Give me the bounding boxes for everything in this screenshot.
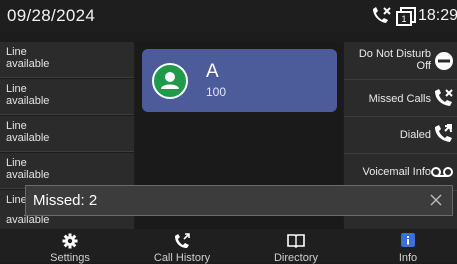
info-icon	[401, 233, 415, 247]
dialed-key[interactable]: Dialed	[344, 117, 457, 154]
line-key-3[interactable]: Line available	[0, 116, 134, 152]
line-key-status: available	[6, 95, 50, 107]
nav-settings[interactable]: Settings	[14, 229, 126, 264]
nav-call-history[interactable]: Call History	[126, 229, 238, 264]
line-card[interactable]: A 100	[142, 49, 337, 112]
nav-settings-label: Settings	[50, 252, 90, 264]
nav-info-label: Info	[398, 252, 418, 264]
dialed-label: Dialed	[399, 129, 431, 141]
dnd-state: Off	[416, 60, 431, 72]
call-history-icon	[175, 233, 190, 248]
missed-calls-label: Missed Calls	[368, 93, 431, 105]
nav-info[interactable]: Info	[352, 229, 457, 264]
svg-text:1: 1	[401, 14, 406, 24]
line-key-status: available	[6, 132, 50, 144]
notification-text: Missed: 2	[33, 192, 98, 209]
line-card-name: A	[206, 61, 219, 82]
voicemail-icon	[431, 167, 453, 177]
missed-call-notification[interactable]: Missed: 2	[25, 185, 453, 216]
line-card-extension: 100	[206, 85, 227, 99]
status-time: 18:29	[418, 7, 457, 24]
phone-screen: 09/28/2024 1 18:29 Line available Line a…	[0, 0, 457, 264]
nav-directory-label: Directory	[273, 252, 318, 264]
line-key-label: Line	[6, 46, 27, 58]
bottom-nav: Settings Call History Directory Info	[0, 229, 457, 264]
line-key-1[interactable]: Line available	[0, 42, 134, 78]
line-key-status: available	[6, 169, 50, 181]
close-icon[interactable]	[430, 194, 442, 206]
dialed-call-icon	[435, 124, 452, 142]
line-key-label: Line	[6, 120, 27, 132]
voicemail-label: Voicemail Info	[362, 166, 431, 178]
missed-call-icon	[373, 7, 391, 23]
line-key-label: Line	[6, 83, 27, 95]
dnd-key[interactable]: Do Not Disturb Off	[344, 42, 457, 80]
missed-calls-key[interactable]: Missed Calls	[344, 80, 457, 117]
line-key-2[interactable]: Line available	[0, 79, 134, 115]
line-key-label: Line	[6, 157, 27, 169]
line-key-label: Line	[6, 194, 27, 206]
book-icon	[287, 234, 305, 248]
dnd-label: Do Not Disturb	[358, 48, 431, 60]
line-key-status: available	[6, 58, 50, 70]
dnd-icon	[435, 52, 453, 70]
line-key-4[interactable]: Line available	[0, 153, 134, 189]
nav-directory[interactable]: Directory	[240, 229, 352, 264]
line-status-icon: 1	[396, 7, 416, 26]
missed-call-icon	[435, 89, 453, 106]
user-avatar-icon	[152, 63, 188, 99]
status-date: 09/28/2024	[7, 6, 96, 25]
nav-call-history-label: Call History	[153, 252, 211, 264]
gear-icon	[62, 233, 78, 249]
status-bar: 09/28/2024 1 18:29	[0, 0, 457, 32]
